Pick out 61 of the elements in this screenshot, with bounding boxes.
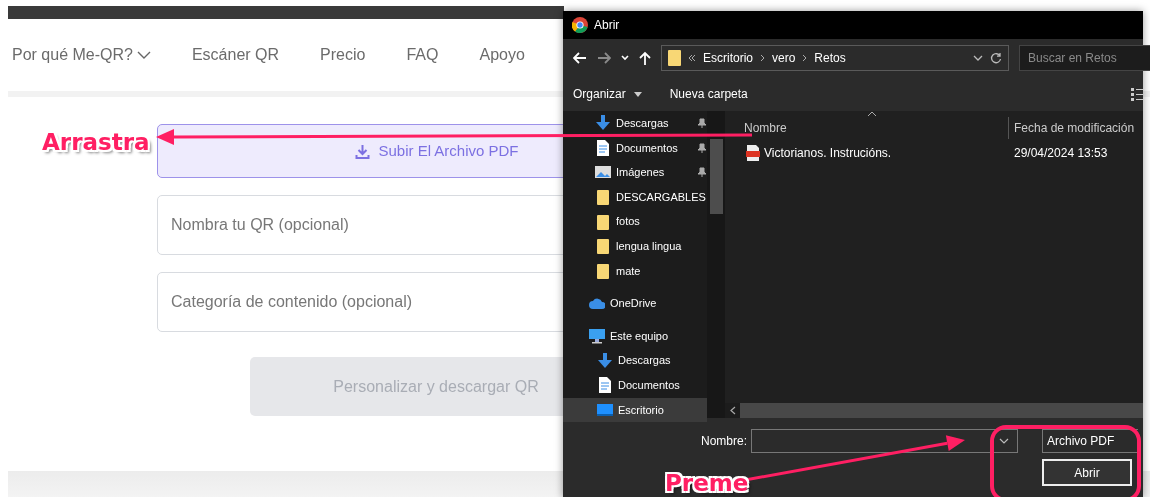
sort-icon <box>867 111 877 117</box>
refresh-icon <box>990 52 1002 64</box>
double-chevron-icon <box>688 54 696 62</box>
nav-link[interactable]: Apoyo <box>479 43 525 67</box>
annotation-label: Arrastra <box>42 128 150 157</box>
folder-icon <box>595 213 611 230</box>
document-icon <box>595 139 611 156</box>
pdf-file-icon <box>746 145 760 161</box>
download-icon <box>597 352 613 369</box>
folder-icon <box>668 50 681 66</box>
image-icon <box>595 164 611 181</box>
download-icon <box>595 115 611 132</box>
scrollbar[interactable] <box>725 403 1143 418</box>
browser-logo-icon <box>572 17 588 33</box>
back-icon <box>573 52 587 64</box>
window-title: Abrir <box>594 17 620 34</box>
field-label: Nombre: <box>700 433 747 450</box>
toolbar-button[interactable]: Nueva carpeta <box>669 85 748 103</box>
column-header[interactable]: Nombre <box>744 121 787 135</box>
nav-link[interactable]: FAQ <box>406 43 439 67</box>
column-header[interactable]: Fecha de modificación <box>1014 119 1135 137</box>
nav-item[interactable]: fotos <box>563 209 707 234</box>
scroll-thumb[interactable] <box>710 139 723 214</box>
toolbar-button[interactable]: Organizar <box>573 85 642 103</box>
scrollbar[interactable] <box>707 111 725 418</box>
forward-icon <box>597 52 611 64</box>
computer-icon <box>589 328 605 345</box>
folder-icon <box>595 262 611 279</box>
open-button[interactable]: Abrir <box>1042 459 1132 486</box>
folder-icon <box>595 189 611 206</box>
nav-link[interactable]: Precio <box>320 43 366 67</box>
file-type-dropdown[interactable]: Archivo PDF <box>1042 429 1138 453</box>
breadcrumb[interactable]: Retos <box>814 49 846 67</box>
address-bar[interactable]: Escritorio vero Retos <box>661 45 1009 71</box>
desktop-icon <box>597 401 613 418</box>
breadcrumb[interactable]: Escritorio <box>703 49 753 67</box>
breadcrumb-separator-icon <box>802 54 808 62</box>
up-icon <box>639 51 651 65</box>
nav-item[interactable]: Escritorio <box>563 397 707 423</box>
document-icon <box>597 377 613 394</box>
filename-field[interactable] <box>751 429 1018 453</box>
download-icon <box>355 143 371 159</box>
nav-link[interactable]: Por qué Me-QR? <box>12 43 151 67</box>
chevron-down-icon <box>136 50 151 60</box>
breadcrumb[interactable]: vero <box>772 49 796 67</box>
search-field[interactable]: Buscar en Retos <box>1019 45 1150 71</box>
scroll-left-icon <box>729 406 736 415</box>
nav-item[interactable]: OneDrive <box>563 291 707 316</box>
view-options-icon <box>1131 87 1143 101</box>
file-name: Victorianos. Instrucións. <box>764 145 892 162</box>
file-row[interactable]: Victorianos. Instrucións. 29/04/2024 13:53 <box>725 141 1143 165</box>
chevron-down-icon <box>973 55 983 61</box>
caret-icon <box>633 91 642 97</box>
folder-icon <box>595 238 611 255</box>
annotation-label: Preme <box>665 469 749 497</box>
nav-item[interactable]: Documentos <box>563 135 707 161</box>
nav-link[interactable]: Escáner QR <box>191 43 280 67</box>
file-date: 29/04/2024 13:53 <box>1014 145 1108 162</box>
breadcrumb-separator-icon <box>760 54 765 62</box>
chevron-down-icon <box>621 55 629 61</box>
chevron-down-icon <box>999 438 1009 444</box>
